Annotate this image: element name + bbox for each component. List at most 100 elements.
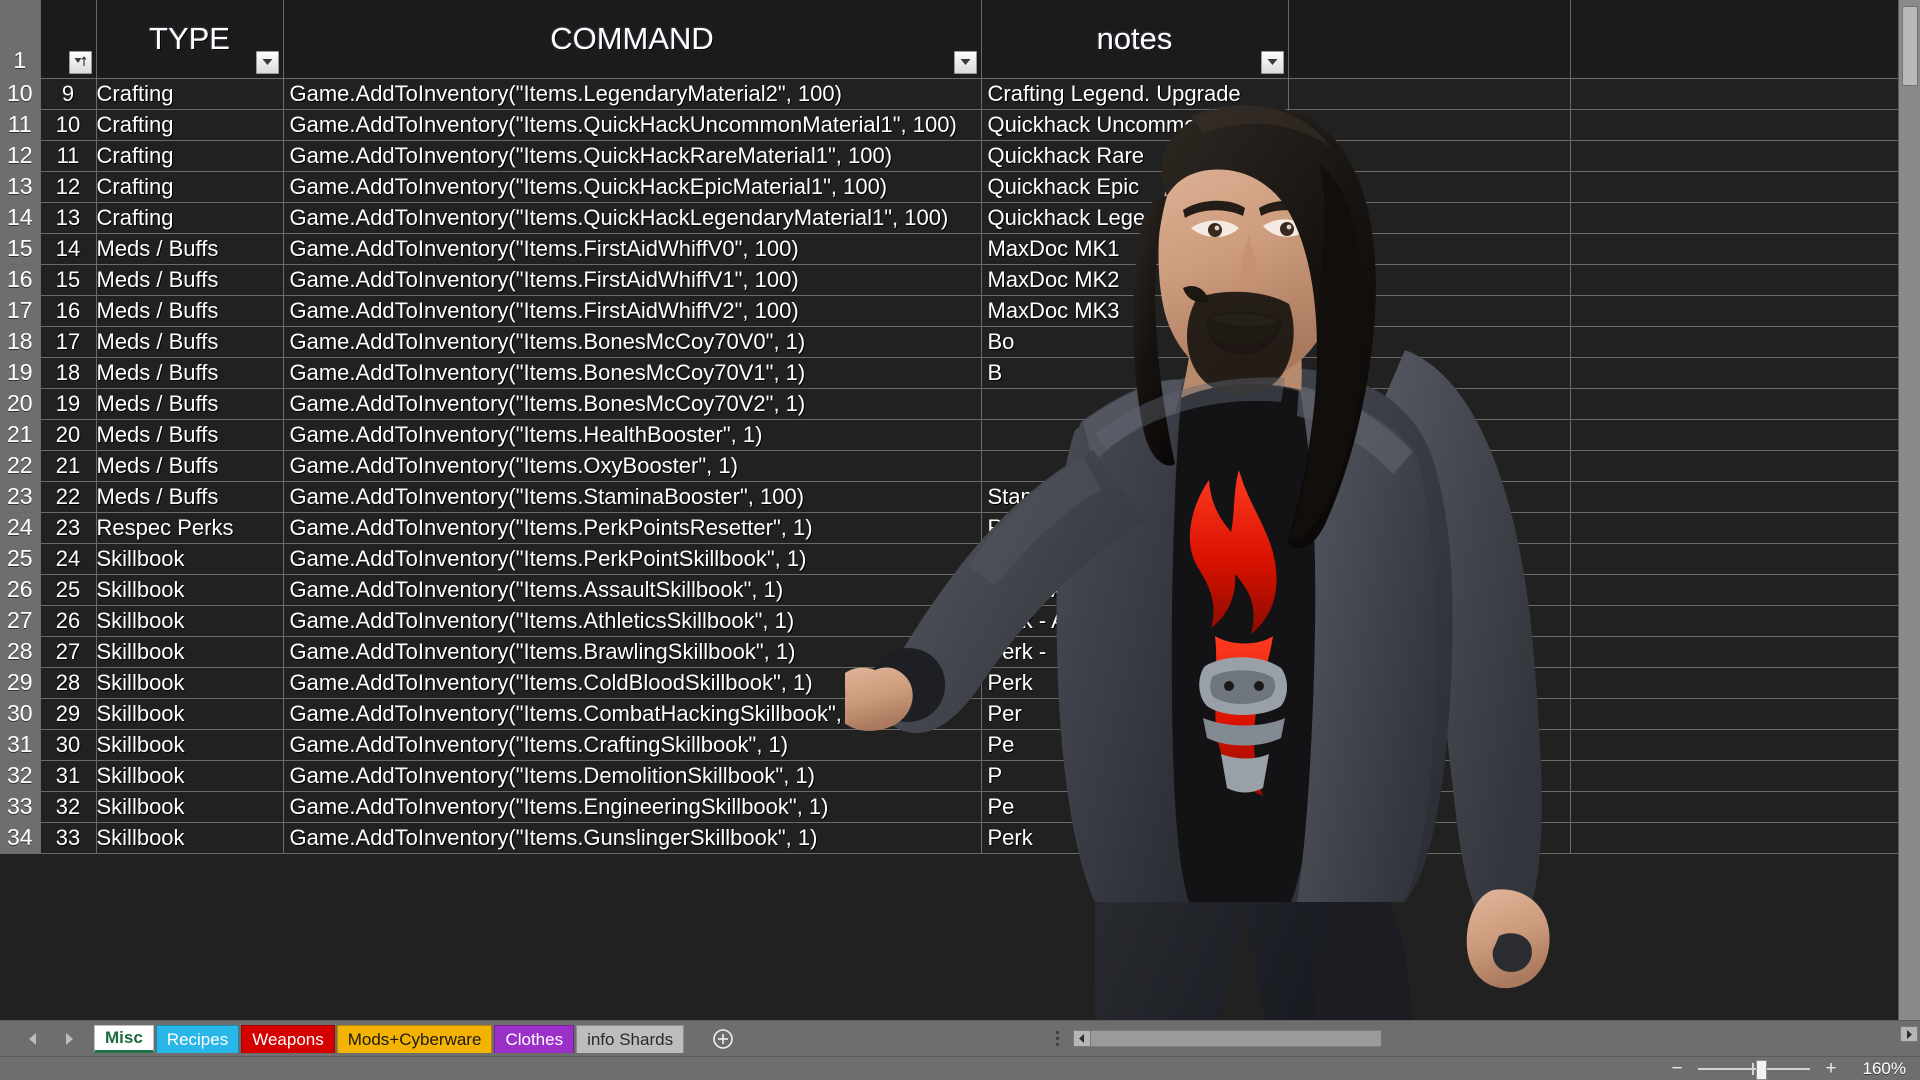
cell-idx[interactable]: 31 <box>40 760 97 792</box>
cell-cmd[interactable]: Game.AddToInventory("Items.BonesMcCoy70V… <box>283 326 982 358</box>
cell-cmd[interactable]: Game.AddToInventory("Items.CraftingSkill… <box>283 729 982 761</box>
cell-type[interactable]: Skillbook <box>96 760 284 792</box>
table-row[interactable]: 11 10 Crafting Game.AddToInventory("Items.Q… <box>0 109 1920 141</box>
column-header-extra[interactable] <box>1288 0 1571 79</box>
filter-dropdown-icon[interactable] <box>1260 50 1284 74</box>
cell-idx[interactable]: 24 <box>40 543 97 575</box>
cell-idx[interactable]: 14 <box>40 233 97 265</box>
cell-notes[interactable]: MaxDoc MK2 <box>981 264 1289 296</box>
table-row[interactable]: 30 29 Skillbook Game.AddToInventory("Items.… <box>0 698 1920 730</box>
sheet-tab-info-shards[interactable]: info Shards <box>576 1024 685 1053</box>
cell-cmd[interactable]: Game.AddToInventory("Items.FirstAidWhiff… <box>283 264 982 296</box>
sheet-tab-weapons[interactable]: Weapons <box>241 1024 335 1053</box>
cell-idx[interactable]: 27 <box>40 636 97 668</box>
zoom-in-button[interactable]: + <box>1822 1059 1840 1078</box>
cell-blank[interactable] <box>1570 388 1920 420</box>
table-row[interactable]: 25 24 Skillbook Game.AddToInventory("Items.… <box>0 543 1920 575</box>
table-row[interactable]: 21 20 Meds / Buffs Game.AddToInventory("Ite… <box>0 419 1920 451</box>
cell-idx[interactable]: 28 <box>40 667 97 699</box>
cell-cmd[interactable]: Game.AddToInventory("Items.BonesMcCoy70V… <box>283 357 982 389</box>
cell-type[interactable]: Skillbook <box>96 543 284 575</box>
row-header[interactable]: 25 <box>0 543 41 575</box>
cell-type[interactable]: Meds / Buffs <box>96 450 284 482</box>
cell-extra[interactable] <box>1288 264 1571 296</box>
cell-notes[interactable]: Perk - Assault <box>981 574 1289 606</box>
vertical-scrollbar[interactable] <box>1898 0 1920 1020</box>
cell-type[interactable]: Meds / Buffs <box>96 326 284 358</box>
cell-blank[interactable] <box>1570 140 1920 172</box>
cell-extra[interactable] <box>1288 481 1571 513</box>
table-row[interactable]: 13 12 Crafting Game.AddToInventory("Items.Q… <box>0 171 1920 203</box>
cell-notes[interactable]: Perk - Athletics <box>981 605 1289 637</box>
cell-idx[interactable]: 21 <box>40 450 97 482</box>
scroll-left-icon[interactable] <box>1073 1030 1092 1047</box>
filter-dropdown-icon[interactable] <box>255 50 279 74</box>
filter-dropdown-icon[interactable] <box>953 50 977 74</box>
cell-notes[interactable]: Bo <box>981 326 1289 358</box>
cell-notes[interactable]: Per <box>981 698 1289 730</box>
column-header-idx[interactable] <box>40 0 97 79</box>
cell-type[interactable]: Skillbook <box>96 574 284 606</box>
cell-blank[interactable] <box>1570 543 1920 575</box>
cell-extra[interactable] <box>1288 450 1571 482</box>
cell-blank[interactable] <box>1570 202 1920 234</box>
cell-blank[interactable] <box>1570 636 1920 668</box>
horizontal-scrollbar[interactable] <box>1073 1030 1382 1047</box>
table-row[interactable]: 16 15 Meds / Buffs Game.AddToInventory("Ite… <box>0 264 1920 296</box>
cell-idx[interactable]: 11 <box>40 140 97 172</box>
cell-notes[interactable] <box>981 388 1289 420</box>
cell-cmd[interactable]: Game.AddToInventory("Items.AthleticsSkil… <box>283 605 982 637</box>
cell-notes[interactable]: MaxDoc MK3 <box>981 295 1289 327</box>
zoom-slider-thumb[interactable] <box>1756 1059 1767 1080</box>
sheet-tab-mods-cyberware[interactable]: Mods+Cyberware <box>336 1024 493 1053</box>
cell-cmd[interactable]: Game.AddToInventory("Items.ColdBloodSkil… <box>283 667 982 699</box>
cell-type[interactable]: Meds / Buffs <box>96 233 284 265</box>
cell-idx[interactable]: 17 <box>40 326 97 358</box>
cell-type[interactable]: Meds / Buffs <box>96 481 284 513</box>
table-row[interactable]: 33 32 Skillbook Game.AddToInventory("Items.… <box>0 791 1920 823</box>
cell-extra[interactable] <box>1288 202 1571 234</box>
cell-idx[interactable]: 23 <box>40 512 97 544</box>
cell-extra[interactable] <box>1288 388 1571 420</box>
cell-notes[interactable]: Reset Perks <box>981 512 1289 544</box>
cell-type[interactable]: Skillbook <box>96 636 284 668</box>
row-header[interactable]: 28 <box>0 636 41 668</box>
cell-blank[interactable] <box>1570 667 1920 699</box>
cell-type[interactable]: Skillbook <box>96 698 284 730</box>
cell-extra[interactable] <box>1288 729 1571 761</box>
cell-cmd[interactable]: Game.AddToInventory("Items.FirstAidWhiff… <box>283 295 982 327</box>
cell-cmd[interactable]: Game.AddToInventory("Items.LegendaryMate… <box>283 78 982 110</box>
cell-idx[interactable]: 16 <box>40 295 97 327</box>
zoom-out-button[interactable]: − <box>1668 1059 1686 1078</box>
column-header-cmd[interactable]: COMMAND <box>283 0 982 79</box>
row-header[interactable]: 23 <box>0 481 41 513</box>
cell-extra[interactable] <box>1288 171 1571 203</box>
cell-idx[interactable]: 12 <box>40 171 97 203</box>
cell-extra[interactable] <box>1288 574 1571 606</box>
cell-notes[interactable]: Perk <box>981 543 1289 575</box>
cell-blank[interactable] <box>1570 450 1920 482</box>
cell-notes[interactable]: Quickhack Legendary <box>981 202 1289 234</box>
cell-extra[interactable] <box>1288 791 1571 823</box>
row-header[interactable]: 17 <box>0 295 41 327</box>
table-row[interactable]: 23 22 Meds / Buffs Game.AddToInventory("Ite… <box>0 481 1920 513</box>
cell-idx[interactable]: 20 <box>40 419 97 451</box>
row-header[interactable]: 19 <box>0 357 41 389</box>
spreadsheet-grid[interactable]: 1 TYPE COMMAND notes 10 9 Crafting Game.AddToIn… <box>0 0 1920 1020</box>
column-header-type[interactable]: TYPE <box>96 0 284 79</box>
cell-blank[interactable] <box>1570 419 1920 451</box>
cell-idx[interactable]: 29 <box>40 698 97 730</box>
sort-ascending-filter-icon[interactable] <box>68 50 92 74</box>
cell-type[interactable]: Skillbook <box>96 667 284 699</box>
cell-extra[interactable] <box>1288 760 1571 792</box>
cell-idx[interactable]: 9 <box>40 78 97 110</box>
cell-cmd[interactable]: Game.AddToInventory("Items.HealthBooster… <box>283 419 982 451</box>
cell-type[interactable]: Crafting <box>96 140 284 172</box>
cell-type[interactable]: Meds / Buffs <box>96 264 284 296</box>
row-header[interactable]: 27 <box>0 605 41 637</box>
cell-type[interactable]: Meds / Buffs <box>96 388 284 420</box>
row-header[interactable]: 18 <box>0 326 41 358</box>
zoom-level-label[interactable]: 160% <box>1852 1059 1906 1079</box>
cell-extra[interactable] <box>1288 543 1571 575</box>
row-header[interactable]: 32 <box>0 760 41 792</box>
